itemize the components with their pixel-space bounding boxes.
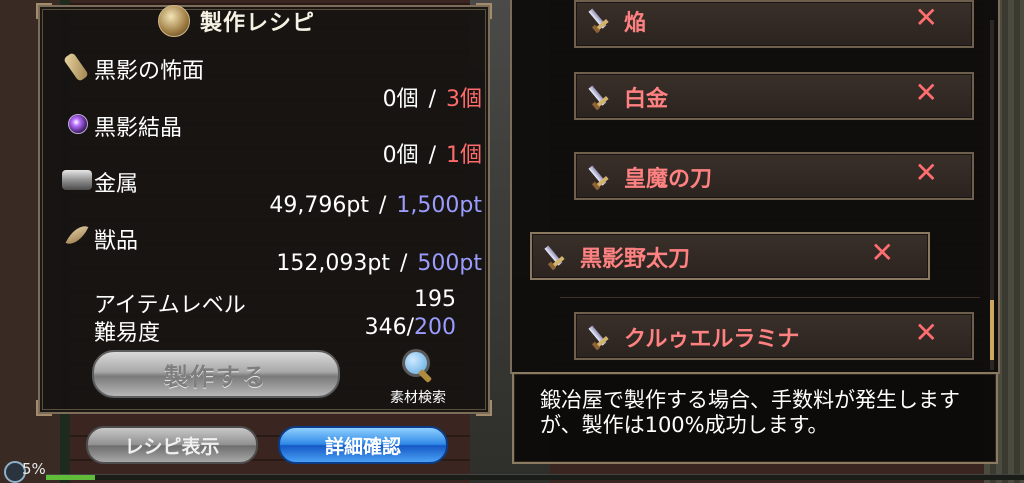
material-count: 49,796pt / 1,500pt — [269, 193, 482, 218]
progress-percent: 5% — [22, 460, 46, 478]
material-need: 1,500pt — [396, 193, 482, 218]
panel-header: 製作レシピ — [158, 3, 378, 39]
ingredient-name: 白金 — [624, 87, 669, 112]
sword-icon — [588, 162, 618, 191]
item-level-value: 195 — [414, 287, 456, 312]
ingredient-name: 皇魔の刀 — [624, 167, 713, 192]
ingredient-row-selected[interactable]: 黒影野太刀 ✕ — [530, 232, 930, 280]
material-name: 黒影の怖面 — [94, 59, 205, 84]
count-separator: / — [379, 193, 387, 218]
material-have: 152,093pt — [276, 251, 390, 276]
list-divider — [560, 297, 980, 298]
metal-ingot-icon — [62, 170, 92, 190]
sword-icon — [588, 5, 618, 34]
material-count: 0個 / 1個 — [383, 137, 482, 169]
material-need: 1個 — [446, 143, 482, 168]
close-icon[interactable]: ✕ — [915, 76, 938, 109]
material-count: 152,093pt / 500pt — [276, 251, 482, 276]
material-row: 黒影の怖面 0個 / 3個 — [62, 52, 482, 113]
ingredient-name: 黒影野太刀 — [580, 247, 691, 272]
material-name: 黒影結晶 — [94, 116, 183, 141]
difficulty-max: 200 — [414, 315, 456, 340]
ingredient-row[interactable]: 焔 ✕ — [574, 0, 974, 48]
material-have: 0個 — [382, 87, 419, 112]
scrollbar-thumb[interactable] — [990, 300, 994, 360]
frame-corner — [36, 3, 52, 19]
item-level-row: アイテムレベル 195 — [94, 287, 456, 318]
frame-corner — [476, 3, 492, 19]
sword-icon — [588, 322, 618, 351]
search-materials-label: 素材検索 — [390, 390, 446, 406]
material-need: 3個 — [446, 87, 482, 112]
close-icon[interactable]: ✕ — [915, 1, 938, 34]
material-row: 金属 49,796pt / 1,500pt — [62, 166, 482, 226]
panel-title: 製作レシピ — [200, 11, 316, 36]
sword-icon — [588, 82, 618, 111]
frame-corner — [36, 400, 52, 416]
count-separator: / — [428, 143, 436, 168]
ingredient-row[interactable]: 皇魔の刀 ✕ — [574, 152, 974, 200]
difficulty-value: 346/200 — [365, 315, 456, 340]
material-row: 獣品 152,093pt / 500pt — [62, 221, 482, 283]
material-have: 49,796pt — [269, 193, 369, 218]
difficulty-row: 難易度 346/200 — [94, 315, 456, 346]
count-separator: / — [428, 87, 436, 112]
ingredient-row[interactable]: 白金 ✕ — [574, 72, 974, 120]
frame-corner — [476, 400, 492, 416]
progress-fill — [46, 475, 95, 480]
crystal-orb-icon — [68, 114, 88, 134]
count-separator: / — [399, 251, 408, 276]
anvil-icon — [158, 5, 190, 37]
ingredient-name: クルゥエルラミナ — [624, 327, 800, 352]
material-row: 黒影結晶 0個 / 1個 — [62, 110, 482, 170]
recipe-panel: 製作レシピ 黒影の怖面 0個 / 3個 黒影結晶 0個 / 1個 金属 49,796pt… — [36, 3, 492, 416]
material-need: 500pt — [417, 251, 482, 276]
close-icon[interactable]: ✕ — [915, 156, 938, 189]
material-name: 獣品 — [94, 229, 139, 254]
material-count: 0個 / 3個 — [383, 81, 482, 113]
close-icon[interactable]: ✕ — [871, 236, 894, 269]
ingredient-name: 焔 — [624, 11, 647, 36]
craft-button[interactable]: 製作する — [92, 350, 340, 398]
status-bar: 5% — [0, 458, 1024, 483]
difficulty-label: 難易度 — [94, 321, 161, 346]
mask-scroll-icon — [63, 52, 89, 82]
info-message-text: 鍛冶屋で製作する場合、手数料が発生しますが、製作は100%成功します。 — [540, 388, 960, 437]
ingredient-row[interactable]: クルゥエルラミナ ✕ — [574, 312, 974, 360]
close-icon[interactable]: ✕ — [915, 316, 938, 349]
difficulty-current: 346/ — [364, 315, 414, 340]
material-have: 0個 — [382, 143, 419, 168]
material-name: 金属 — [94, 172, 139, 197]
info-message-box: 鍛冶屋で製作する場合、手数料が発生しますが、製作は100%成功します。 — [512, 372, 998, 464]
progress-bar — [46, 474, 1024, 480]
sword-icon — [544, 242, 574, 271]
fang-icon — [65, 221, 89, 249]
magnifier-icon — [400, 349, 436, 385]
search-materials-button[interactable]: 素材検索 — [378, 349, 458, 409]
